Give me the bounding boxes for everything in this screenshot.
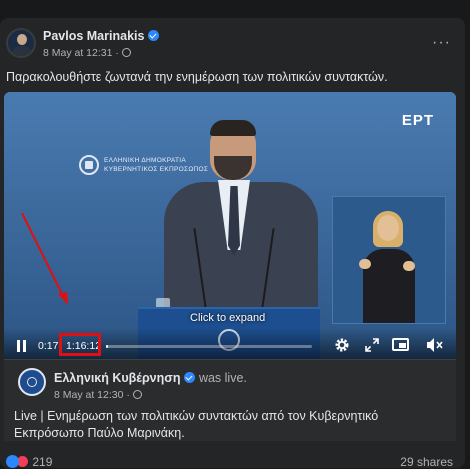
- pause-icon[interactable]: [16, 340, 27, 352]
- post-text: Παρακολουθήστε ζωντανά την ενημέρωση των…: [6, 70, 388, 84]
- top-strip: [0, 0, 470, 18]
- shared-page-name[interactable]: Ελληνική Κυβέρνηση was live.: [54, 371, 247, 385]
- video-controls: 0:17 1:16:12: [4, 328, 456, 359]
- fullscreen-icon[interactable]: [365, 338, 379, 352]
- shared-post-date[interactable]: 8 May at 12:30: [54, 389, 123, 401]
- duration-highlight-box: [59, 333, 101, 356]
- reactions-summary[interactable]: 219: [6, 455, 52, 469]
- progress-bar[interactable]: [106, 345, 312, 348]
- current-time: 0:17: [38, 340, 59, 352]
- muted-speaker-icon[interactable]: [426, 337, 444, 353]
- video-player[interactable]: ΕΡΤ ΕΛΛΗΝΙΚΗ ΔΗΜΟΚΡΑΤΙΑ ΚΥΒΕΡΝΗΤΙΚΟΣ ΕΚΠΡ…: [4, 92, 456, 359]
- author-name[interactable]: Pavlos Marinakis: [43, 29, 160, 43]
- author-avatar[interactable]: [6, 28, 36, 58]
- globe-icon: [132, 390, 142, 399]
- post-card: Pavlos Marinakis 8 May at 12:31 · ··· Πα…: [0, 18, 465, 469]
- verified-badge-icon: [148, 30, 160, 41]
- shared-post-text: Live | Ενημέρωση των πολιτικών συντακτών…: [14, 409, 379, 440]
- progress-fill: [106, 345, 109, 348]
- speaker-figure: [156, 120, 326, 332]
- shares-count[interactable]: 29 shares: [400, 455, 453, 469]
- government-page-avatar[interactable]: [18, 368, 46, 396]
- more-options-button[interactable]: ···: [432, 34, 451, 52]
- settings-gear-icon[interactable]: [334, 337, 350, 353]
- verified-badge-icon: [184, 372, 196, 383]
- like-reaction-icon: [6, 455, 19, 468]
- picture-in-picture-icon[interactable]: [392, 338, 409, 351]
- sign-language-interpreter-inset: [332, 196, 446, 324]
- channel-logo: ΕΡΤ: [401, 112, 434, 129]
- reaction-count: 219: [32, 455, 53, 469]
- click-to-expand-label[interactable]: Click to expand: [190, 312, 265, 324]
- post-date[interactable]: 8 May at 12:31: [43, 47, 112, 59]
- shared-live-post[interactable]: Ελληνική Κυβέρνηση was live. 8 May at 12…: [4, 359, 456, 441]
- post-meta: 8 May at 12:31 ·: [43, 47, 131, 59]
- shared-post-meta: 8 May at 12:30 ·: [54, 389, 142, 401]
- live-status: was live.: [198, 371, 247, 385]
- globe-icon: [121, 48, 131, 57]
- government-emblem-icon: [79, 155, 99, 175]
